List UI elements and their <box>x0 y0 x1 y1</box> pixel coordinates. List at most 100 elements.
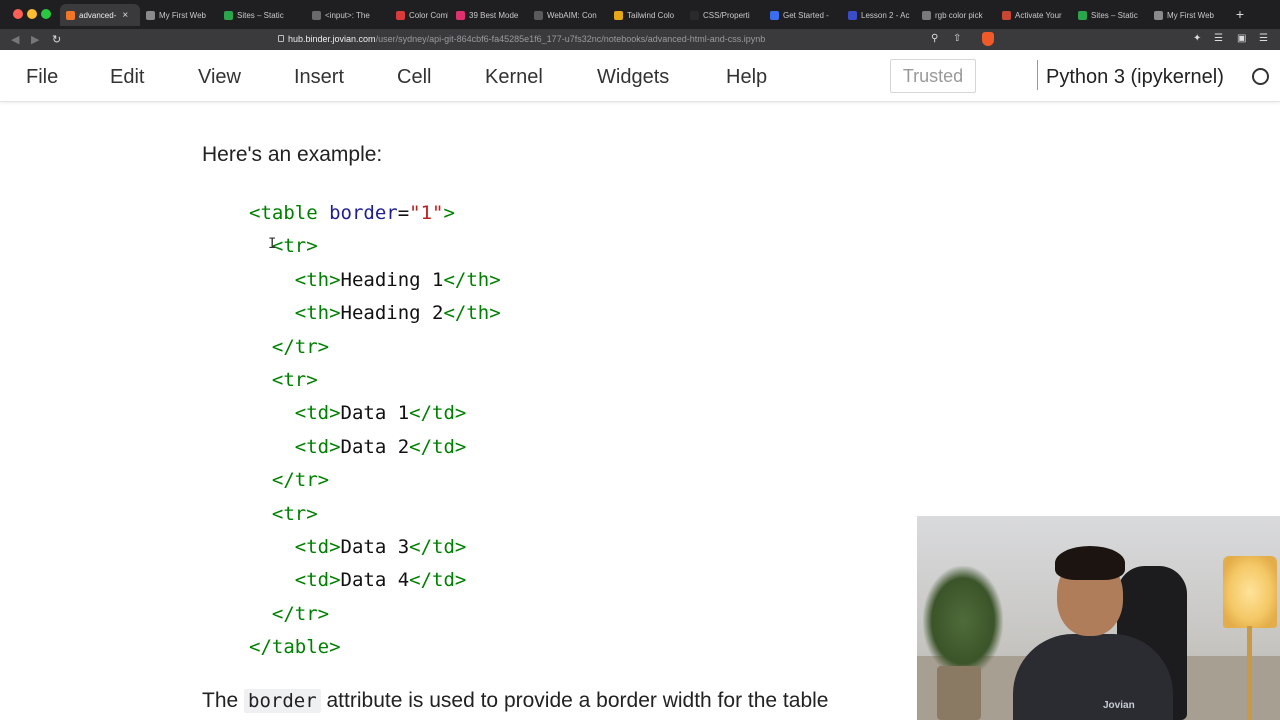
tab-label: My First Web <box>159 10 206 20</box>
menu-file[interactable]: File <box>26 66 58 89</box>
code-token: </th> <box>443 302 501 325</box>
tab-favicon-icon <box>456 10 465 20</box>
html-code-block: <table border="1"> <tr> <th>Heading 1</t… <box>249 197 501 664</box>
lock-icon <box>278 35 284 42</box>
browser-tab[interactable]: Color Combin <box>390 4 448 26</box>
browser-tab[interactable]: CSS/Properti <box>684 4 762 26</box>
menu-kernel[interactable]: Kernel <box>485 66 543 89</box>
tab-label: 39 Best Mode <box>469 10 519 20</box>
code-token: </td> <box>409 402 467 425</box>
code-token: border <box>329 202 398 224</box>
code-token: <tr> <box>271 235 318 258</box>
back-icon[interactable]: ◀ <box>11 33 19 46</box>
code-token: > <box>443 202 455 224</box>
maximize-window-button[interactable] <box>41 9 51 19</box>
intro-text: Here's an example: <box>202 143 383 166</box>
reload-icon[interactable]: ↻ <box>52 33 61 46</box>
browser-tab[interactable]: 39 Best Mode <box>450 4 526 26</box>
browser-tab[interactable]: Sites – Static <box>218 4 304 26</box>
tab-favicon-icon <box>1154 10 1163 20</box>
menu-icon[interactable]: ☰ <box>1259 33 1268 44</box>
brave-shield-icon[interactable] <box>982 32 994 46</box>
jupyter-menubar: File Edit View Insert Cell Kernel Widget… <box>0 50 1280 102</box>
menu-edit[interactable]: Edit <box>110 66 144 89</box>
code-line: <th>Heading 1</th> <box>249 264 501 297</box>
trusted-indicator[interactable]: Trusted <box>890 59 976 93</box>
tab-favicon-icon <box>848 10 857 20</box>
tab-favicon-icon <box>534 10 543 20</box>
browser-tab[interactable]: <input>: The <box>306 4 388 26</box>
close-window-button[interactable] <box>13 9 23 19</box>
code-token: Data 3 <box>340 535 410 558</box>
explanation-text: The border attribute is used to provide … <box>202 689 828 713</box>
search-icon[interactable]: ⚲ <box>931 33 938 44</box>
browser-tab[interactable]: Sites – Static <box>1072 4 1146 26</box>
code-token: <tr> <box>271 502 318 525</box>
menu-help[interactable]: Help <box>726 66 767 89</box>
browser-tab[interactable]: Get Started - <box>764 4 840 26</box>
browser-tab[interactable]: Activate Your <box>996 4 1070 26</box>
code-token: <th> <box>294 302 341 325</box>
tab-label: Sites – Static <box>237 10 284 20</box>
tab-favicon-icon <box>146 10 155 20</box>
code-token: Heading 1 <box>340 268 444 291</box>
tab-close-icon[interactable]: × <box>122 10 128 21</box>
menu-insert[interactable]: Insert <box>294 66 344 89</box>
address-bar: ◀ ▶ ↻ hub.binder.jovian.com/user/sydney/… <box>0 29 1280 50</box>
browser-tab[interactable]: My First Web <box>1148 4 1224 26</box>
browser-tab[interactable]: Lesson 2 - Ac <box>842 4 914 26</box>
presenter-hair <box>1055 546 1125 580</box>
tab-label: Lesson 2 - Ac <box>861 10 910 20</box>
tab-favicon-icon <box>614 10 623 20</box>
menu-widgets[interactable]: Widgets <box>597 66 669 89</box>
tab-label: WebAIM: Con <box>547 10 597 20</box>
menu-view[interactable]: View <box>198 66 241 89</box>
tab-label: rgb color pick <box>935 10 983 20</box>
explanation-suffix: attribute is used to provide a border wi… <box>320 689 829 712</box>
browser-tab[interactable]: Tailwind Colo <box>608 4 682 26</box>
menu-cell[interactable]: Cell <box>397 66 431 89</box>
text-cursor-icon: I <box>268 236 277 252</box>
share-icon[interactable]: ⇧ <box>953 33 961 44</box>
explanation-prefix: The <box>202 689 245 712</box>
code-token: <td> <box>294 535 341 558</box>
new-tab-button[interactable]: + <box>1236 6 1244 22</box>
code-token: </td> <box>409 535 467 558</box>
browser-tab[interactable]: advanced- × <box>60 4 140 26</box>
reading-list-icon[interactable]: ☰ <box>1214 33 1223 44</box>
code-token: "1" <box>409 202 444 224</box>
tab-favicon-icon <box>770 10 779 20</box>
tab-label: Tailwind Colo <box>627 10 675 20</box>
code-line: </tr> <box>249 331 501 364</box>
code-token: <td> <box>294 435 341 458</box>
tab-label: Sites – Static <box>1091 10 1138 20</box>
forward-icon[interactable]: ▶ <box>31 33 39 46</box>
tab-label: Color Combin <box>409 10 448 20</box>
code-token: <td> <box>294 402 341 425</box>
kernel-divider <box>1037 60 1038 90</box>
code-line: <tr> <box>249 230 501 263</box>
code-line: <tr> <box>249 364 501 397</box>
browser-tab[interactable]: rgb color pick <box>916 4 994 26</box>
browser-tab[interactable]: My First Web <box>140 4 216 26</box>
code-token: </tr> <box>271 602 330 625</box>
browser-tab[interactable]: WebAIM: Con <box>528 4 606 26</box>
minimize-window-button[interactable] <box>27 9 37 19</box>
url-field[interactable]: hub.binder.jovian.com/user/sydney/api-gi… <box>288 34 765 44</box>
kernel-name[interactable]: Python 3 (ipykernel) <box>1046 66 1224 89</box>
code-token: <th> <box>294 268 341 291</box>
inline-code-border: border <box>244 689 321 713</box>
code-token: Data 4 <box>340 569 410 592</box>
code-line: </tr> <box>249 598 501 631</box>
code-token: Data 2 <box>340 435 410 458</box>
extensions-icon[interactable]: ✦ <box>1193 33 1201 44</box>
code-line: <th>Heading 2</th> <box>249 297 501 330</box>
wallet-icon[interactable]: ▣ <box>1237 33 1246 44</box>
code-line: <td>Data 3</td> <box>249 531 501 564</box>
code-line: <td>Data 1</td> <box>249 397 501 430</box>
